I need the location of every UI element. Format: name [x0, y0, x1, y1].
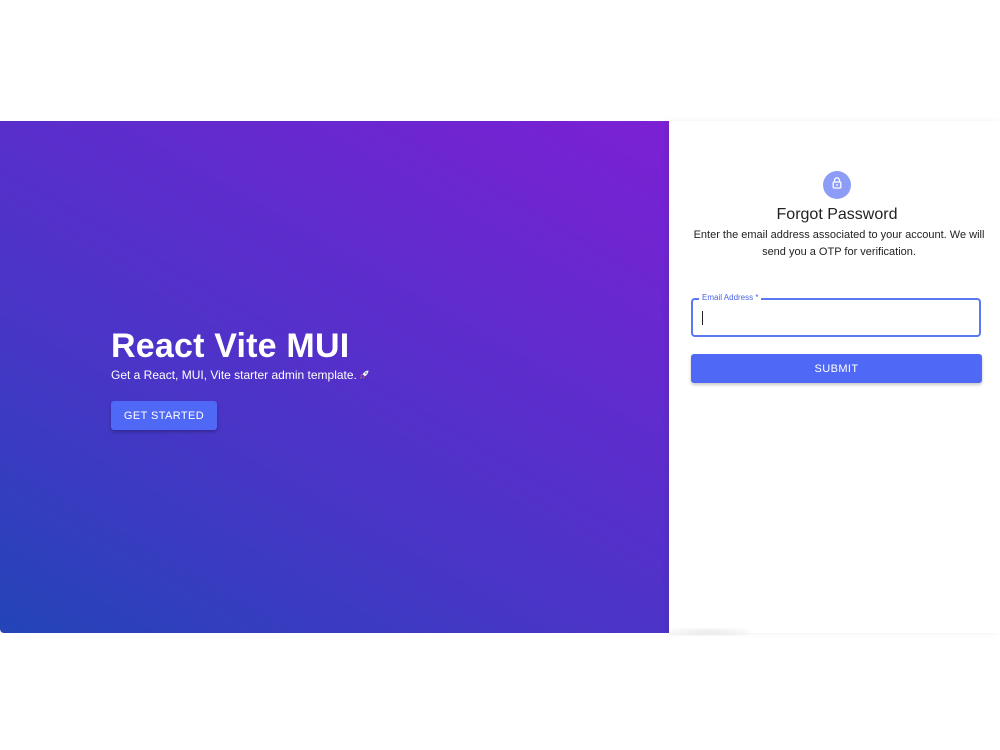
hero-content: React Vite MUI Get a React, MUI, Vite st… [111, 326, 370, 430]
forgot-password-panel: Forgot Password Enter the email address … [669, 121, 1000, 633]
lock-icon [830, 176, 844, 195]
hero-title: React Vite MUI [111, 327, 350, 365]
email-input[interactable] [701, 308, 971, 326]
get-started-button[interactable]: GET STARTED [111, 401, 217, 430]
hero-subtitle-row: Get a React, MUI, Vite starter admin tem… [111, 367, 370, 383]
hero-subtitle: Get a React, MUI, Vite starter admin tem… [111, 368, 357, 382]
submit-button[interactable]: SUBMIT [691, 354, 982, 383]
email-field-label: Email Address * [699, 293, 762, 303]
form-title: Forgot Password [776, 206, 898, 223]
email-field[interactable]: Email Address * [691, 293, 981, 337]
panel-shadow [669, 628, 749, 636]
lock-avatar [823, 171, 851, 199]
form-description: Enter the email address associated to yo… [693, 229, 985, 258]
rocket-icon [358, 369, 370, 381]
app-frame: React Vite MUI Get a React, MUI, Vite st… [0, 121, 1000, 633]
page: React Vite MUI Get a React, MUI, Vite st… [0, 0, 1000, 750]
hero-panel: React Vite MUI Get a React, MUI, Vite st… [0, 121, 669, 633]
text-caret [702, 311, 703, 325]
